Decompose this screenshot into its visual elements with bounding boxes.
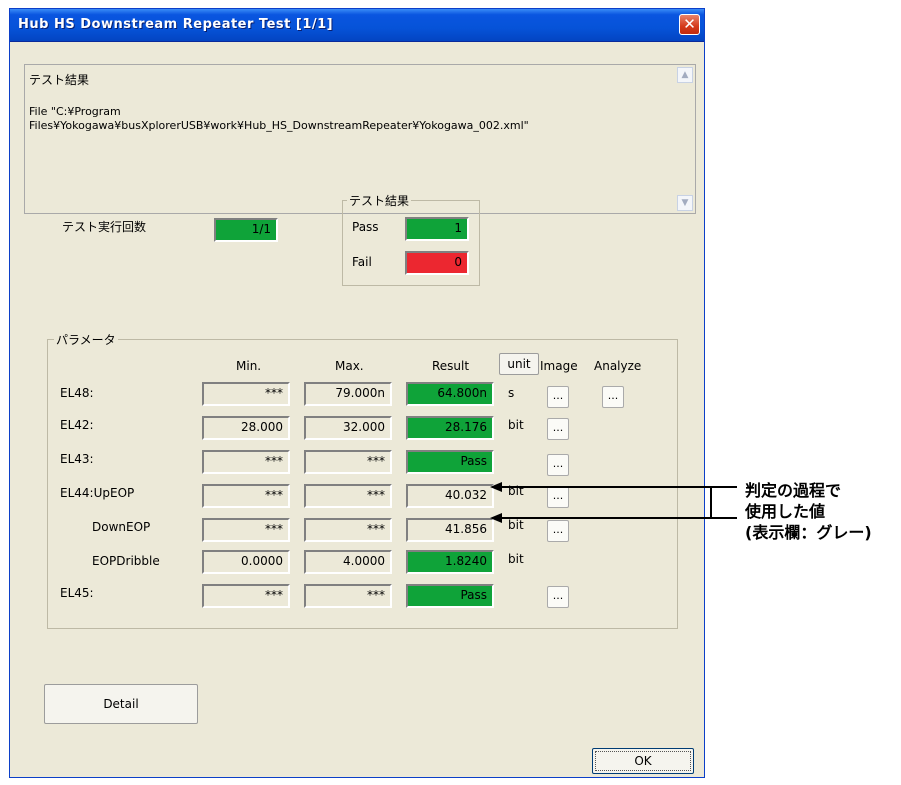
arrow-upeop-icon bbox=[490, 482, 502, 492]
annotation-line-2: 使用した値 bbox=[745, 502, 826, 521]
callout-lines bbox=[490, 482, 737, 523]
annotation-line-1: 判定の過程で bbox=[745, 481, 842, 500]
annotation-text: 判定の過程で 使用した値 (表示欄：グレー) bbox=[745, 480, 872, 543]
arrow-downeop-icon bbox=[490, 513, 502, 523]
annotation-line-3: (表示欄：グレー) bbox=[745, 523, 872, 542]
